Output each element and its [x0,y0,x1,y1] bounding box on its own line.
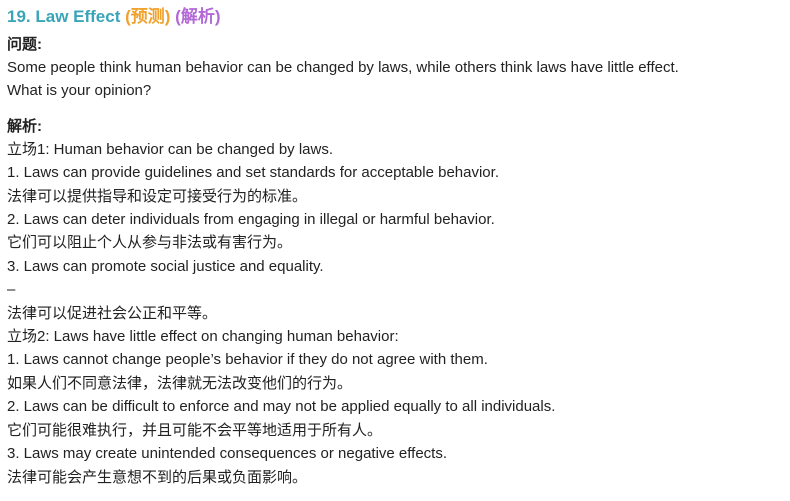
question-line: Some people think human behavior can be … [7,59,679,76]
analysis-line: – [7,281,16,299]
analysis-line: 如果人们不同意法律，法律就无法改变他们的行为。 [7,374,353,392]
analysis-label: 解析: [7,117,42,135]
analysis-line: 法律可以提供指导和设定可接受行为的标准。 [7,187,308,205]
title-tag-predict: (预测) [125,7,171,26]
analysis-line: 它们可能很难执行，并且可能不会平等地适用于所有人。 [7,421,383,439]
analysis-line: 3. Laws may create unintended consequenc… [7,445,448,463]
document-page: 19. Law Effect (预测) (解析) 问题: Some people… [0,0,790,501]
analysis-line: 2. Laws can be difficult to enforce and … [7,398,556,416]
analysis-line: 立场2: Laws have little effect on changing… [7,328,399,346]
title-topic: 19. Law Effect [7,7,121,26]
analysis-line: 立场1: Human behavior can be changed by la… [7,140,334,158]
analysis-line: 3. Laws can promote social justice and e… [7,257,324,275]
analysis-line: 1. Laws can provide guidelines and set s… [7,164,499,182]
analysis-line: 法律可能会产生意想不到的后果或负面影响。 [7,468,308,486]
analysis-line: 1. Laws cannot change people’s behavior … [7,351,488,369]
analysis-line: 法律可以促进社会公正和平等。 [7,304,218,322]
page-title: 19. Law Effect (预测) (解析) [7,5,790,29]
question-label: 问题: [7,36,42,53]
analysis-line: 它们可以阻止个人从参与非法或有害行为。 [7,234,293,252]
question-line: What is your opinion? [7,82,152,100]
title-tag-analysis: (解析) [175,7,221,26]
analysis-line: 2. Laws can deter individuals from engag… [7,211,495,229]
